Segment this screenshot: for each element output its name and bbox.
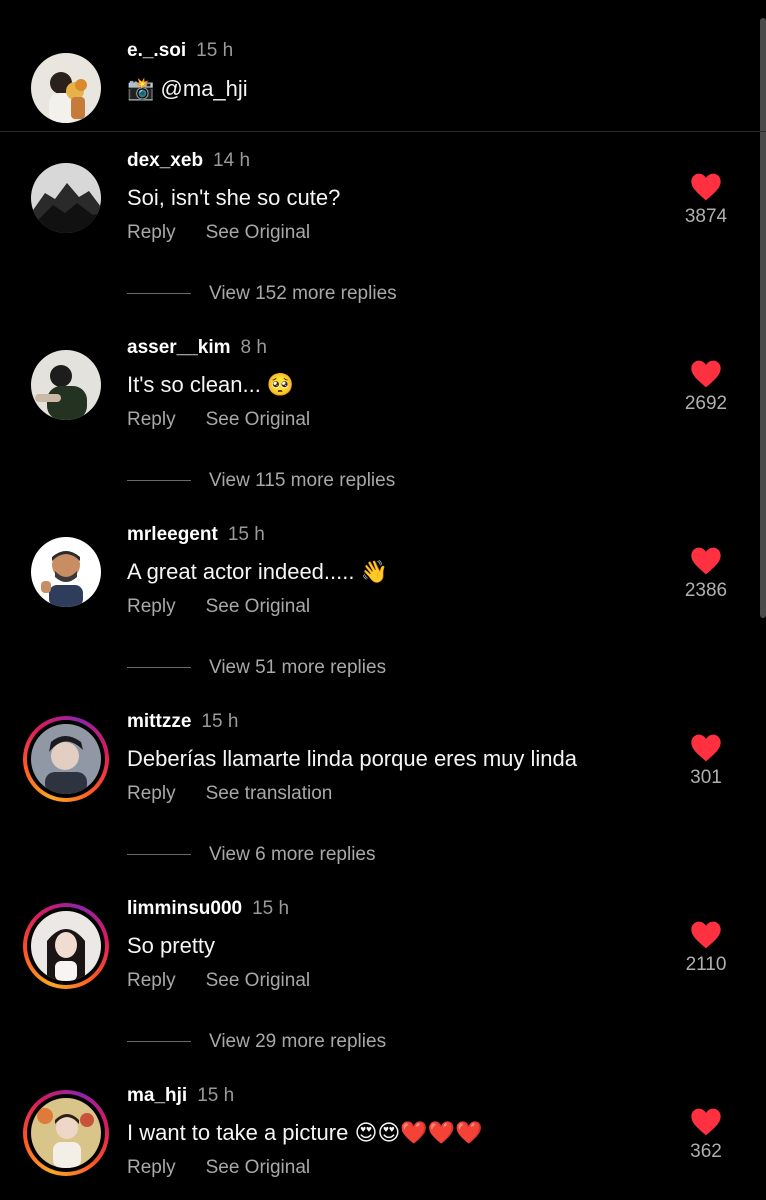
see-original-button[interactable]: See Original bbox=[206, 970, 311, 991]
avatar-photo-icon bbox=[31, 53, 101, 123]
avatar-story-ring[interactable] bbox=[23, 903, 109, 989]
like-control: 362 bbox=[676, 1107, 736, 1163]
username[interactable]: limminsu000 bbox=[127, 898, 242, 919]
caption-text: 📸 @ma_hji bbox=[127, 76, 248, 103]
view-replies-button[interactable]: View 152 more replies bbox=[127, 283, 397, 305]
timestamp: 15 h bbox=[227, 524, 265, 545]
like-control: 3874 bbox=[676, 172, 736, 228]
like-control: 301 bbox=[676, 733, 736, 789]
view-replies-label: View 115 more replies bbox=[209, 470, 396, 491]
divider bbox=[127, 854, 191, 856]
timestamp: 15 h bbox=[196, 40, 234, 61]
timestamp: 15 h bbox=[201, 711, 239, 732]
avatar-story-ring[interactable] bbox=[23, 716, 109, 802]
divider bbox=[127, 293, 191, 295]
comment-actions: Reply See Original bbox=[127, 1157, 310, 1179]
username[interactable]: mittzze bbox=[127, 711, 191, 732]
caption-row: e._.soi 15 h 📸 @ma_hji bbox=[0, 0, 766, 132]
like-control: 2692 bbox=[676, 359, 736, 415]
comment-meta: mrleegent 15 h bbox=[127, 524, 265, 546]
comment-meta: mittzze 15 h bbox=[127, 711, 238, 733]
comment-text: I want to take a picture 😍😍❤️❤️❤️ bbox=[127, 1120, 483, 1145]
like-count: 2386 bbox=[684, 580, 728, 601]
like-count: 3874 bbox=[684, 206, 728, 227]
like-control: 2386 bbox=[676, 546, 736, 602]
username[interactable]: dex_xeb bbox=[127, 150, 203, 171]
comment-actions: Reply See Original bbox=[127, 596, 310, 618]
comment-text: It's so clean... 🥺 bbox=[127, 372, 295, 397]
avatar-photo-icon bbox=[31, 163, 101, 233]
comment-actions: Reply See Original bbox=[127, 970, 310, 992]
comment-text: So pretty bbox=[127, 933, 216, 958]
heart-icon[interactable] bbox=[690, 359, 722, 389]
mention-link[interactable]: @ma_hji bbox=[161, 76, 248, 101]
reply-button[interactable]: Reply bbox=[127, 222, 176, 243]
see-translation-button[interactable]: See translation bbox=[206, 783, 333, 804]
see-original-button[interactable]: See Original bbox=[206, 1157, 311, 1178]
view-replies-button[interactable]: View 51 more replies bbox=[127, 657, 386, 679]
comment-meta: limminsu000 15 h bbox=[127, 898, 289, 920]
avatar[interactable] bbox=[31, 163, 101, 233]
view-replies-label: View 51 more replies bbox=[209, 657, 387, 678]
comment-meta: asser__kim 8 h bbox=[127, 337, 267, 359]
timestamp: 15 h bbox=[252, 898, 290, 919]
avatar-story-ring[interactable] bbox=[23, 1090, 109, 1176]
timestamp: 8 h bbox=[240, 337, 267, 358]
like-count: 2692 bbox=[684, 393, 728, 414]
like-control: 2110 bbox=[676, 920, 736, 976]
like-count: 362 bbox=[690, 1141, 722, 1162]
avatar-photo-icon bbox=[31, 1098, 101, 1168]
comment-text: Soi, isn't she so cute? bbox=[127, 185, 341, 210]
avatar[interactable] bbox=[31, 537, 101, 607]
view-replies-label: View 29 more replies bbox=[209, 1031, 387, 1052]
comment-meta: ma_hji 15 h bbox=[127, 1085, 234, 1107]
divider bbox=[127, 1041, 191, 1043]
comment-actions: Reply See Original bbox=[127, 409, 310, 431]
heart-icon[interactable] bbox=[690, 920, 722, 950]
comment-meta: dex_xeb 14 h bbox=[127, 150, 250, 172]
avatar-photo-icon bbox=[31, 911, 101, 981]
username[interactable]: ma_hji bbox=[127, 1085, 187, 1106]
view-replies-label: View 152 more replies bbox=[209, 283, 397, 304]
see-original-button[interactable]: See Original bbox=[206, 596, 311, 617]
timestamp: 14 h bbox=[213, 150, 251, 171]
timestamp: 15 h bbox=[197, 1085, 235, 1106]
caption-meta: e._.soi 15 h bbox=[127, 40, 233, 62]
avatar[interactable] bbox=[31, 350, 101, 420]
reply-button[interactable]: Reply bbox=[127, 783, 176, 804]
username[interactable]: asser__kim bbox=[127, 337, 231, 358]
like-count: 301 bbox=[690, 767, 722, 788]
view-replies-button[interactable]: View 29 more replies bbox=[127, 1031, 386, 1053]
view-replies-button[interactable]: View 115 more replies bbox=[127, 470, 395, 492]
view-replies-button[interactable]: View 6 more replies bbox=[127, 844, 376, 866]
see-original-button[interactable]: See Original bbox=[206, 409, 311, 430]
avatar-photo-icon bbox=[31, 724, 101, 794]
heart-icon[interactable] bbox=[690, 733, 722, 763]
divider bbox=[127, 667, 191, 669]
avatar[interactable] bbox=[31, 53, 101, 123]
comment-actions: Reply See Original bbox=[127, 222, 310, 244]
username[interactable]: mrleegent bbox=[127, 524, 218, 545]
reply-button[interactable]: Reply bbox=[127, 409, 176, 430]
reply-button[interactable]: Reply bbox=[127, 1157, 176, 1178]
username[interactable]: e._.soi bbox=[127, 40, 186, 61]
heart-icon[interactable] bbox=[690, 546, 722, 576]
comment-actions: Reply See translation bbox=[127, 783, 332, 805]
avatar-photo-icon bbox=[31, 350, 101, 420]
reply-button[interactable]: Reply bbox=[127, 596, 176, 617]
heart-icon[interactable] bbox=[690, 1107, 722, 1137]
like-count: 2110 bbox=[685, 954, 727, 975]
heart-icon[interactable] bbox=[690, 172, 722, 202]
view-replies-label: View 6 more replies bbox=[209, 844, 376, 865]
divider bbox=[127, 480, 191, 482]
avatar-photo-icon bbox=[31, 537, 101, 607]
comment-text: A great actor indeed..... 👋 bbox=[127, 559, 388, 584]
camera-icon: 📸 bbox=[127, 77, 155, 102]
reply-button[interactable]: Reply bbox=[127, 970, 176, 991]
see-original-button[interactable]: See Original bbox=[206, 222, 311, 243]
comment-text: Deberías llamarte linda porque eres muy … bbox=[127, 746, 578, 771]
